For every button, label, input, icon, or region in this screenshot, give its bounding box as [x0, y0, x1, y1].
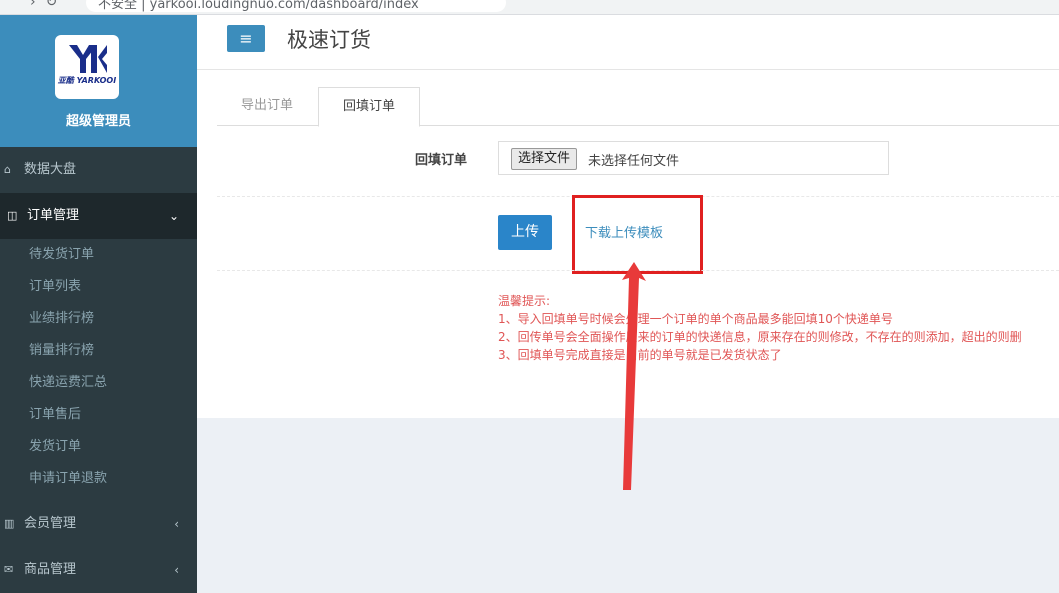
columns-icon: ◫ — [7, 209, 18, 222]
sidebar-subitem-refund[interactable]: 申请订单退款 — [0, 463, 197, 495]
chevron-down-icon: ⌄ — [168, 209, 179, 223]
notice-line: 1、导入回填单号时候会处理一个订单的单个商品最多能回填10个快递单号 — [498, 312, 893, 326]
logo-text: 亚酷 YARKOOI — [57, 76, 117, 85]
sidebar-item-dashboard[interactable]: ⌂ 数据大盘 — [0, 147, 197, 193]
notice-line: 3、回填单号完成直接是当前的单号就是已发货状态了 — [498, 348, 782, 362]
user-role: 超级管理员 — [65, 114, 131, 129]
page-title: 极速订货 — [287, 28, 371, 52]
sidebar-brand: 亚酷 YARKOOI 超级管理员 — [0, 15, 197, 147]
sidebar-item-label: 订单管理 — [27, 208, 80, 223]
sidebar-item-label: 数据大盘 — [24, 162, 77, 177]
sidebar-item-label: 商品管理 — [24, 562, 77, 577]
browser-address-bar: ›↻ 不安全 | yarkooi.loudingnuo.com/dashboar… — [0, 0, 1059, 15]
sidebar-subitem-performance-rank[interactable]: 业绩排行榜 — [0, 303, 197, 335]
sidebar-item-label: 会员管理 — [24, 516, 77, 531]
divider — [217, 270, 1059, 271]
notice: 温馨提示: 1、导入回填单号时候会处理一个订单的单个商品最多能回填10个快递单号… — [498, 292, 1022, 364]
orders-submenu: 待发货订单 订单列表 业绩排行榜 销量排行榜 快递运费汇总 订单售后 发货订单 … — [0, 239, 197, 495]
url-field[interactable]: 不安全 | yarkooi.loudingnuo.com/dashboard/i… — [86, 0, 506, 12]
annotation-highlight-box — [572, 195, 703, 274]
sidebar-subitem-shipped-orders[interactable]: 发货订单 — [0, 431, 197, 463]
home-icon: ⌂ — [4, 163, 11, 176]
sidebar-subitem-sales-rank[interactable]: 销量排行榜 — [0, 335, 197, 367]
brand-logo[interactable]: 亚酷 YARKOOI — [55, 35, 119, 99]
bar-chart-icon: ▥ — [4, 517, 15, 530]
sidebar-item-products[interactable]: ✉ 商品管理 ‹ — [0, 547, 197, 593]
sidebar-item-orders[interactable]: ◫ 订单管理 ⌄ — [0, 193, 197, 239]
tab-export-orders[interactable]: 导出订单 — [217, 87, 317, 126]
envelope-icon: ✉ — [4, 563, 14, 576]
sidebar-item-members[interactable]: ▥ 会员管理 ‹ — [0, 501, 197, 547]
choose-file-button[interactable]: 选择文件 — [511, 148, 578, 170]
tab-bar: 导出订单 回填订单 — [217, 87, 1059, 127]
chevron-left-icon: ‹ — [174, 517, 179, 531]
notice-title: 温馨提示: — [498, 294, 551, 308]
hamburger-icon: ≡ — [239, 29, 253, 48]
logo-mark — [67, 45, 107, 73]
sidebar-subitem-after-sales[interactable]: 订单售后 — [0, 399, 197, 431]
tab-backfill-orders[interactable]: 回填订单 — [318, 87, 421, 127]
chevron-left-icon: ‹ — [174, 563, 179, 577]
upload-button[interactable]: 上传 — [498, 215, 552, 250]
backfill-label: 回填订单 — [415, 153, 468, 168]
top-header: ≡ 极速订货 — [197, 15, 1059, 70]
sidebar-subitem-pending[interactable]: 待发货订单 — [0, 239, 197, 271]
main-content: 导出订单 回填订单 回填订单 选择文件 未选择任何文件 上传 下载上传模板 温馨… — [197, 70, 1059, 418]
notice-line: 2、回传单号会全面操作原来的订单的快递信息，原来存在的则修改，不存在的则添加，超… — [498, 330, 1022, 344]
sidebar-subitem-order-list[interactable]: 订单列表 — [0, 271, 197, 303]
sidebar: 亚酷 YARKOOI 超级管理员 ⌂ 数据大盘 ◫ 订单管理 ⌄ 待发货订单 订… — [0, 15, 197, 593]
browser-nav-icons[interactable]: ›↻ — [30, 0, 67, 10]
sidebar-subitem-shipping-summary[interactable]: 快递运费汇总 — [0, 367, 197, 399]
file-input[interactable]: 选择文件 未选择任何文件 — [498, 141, 889, 175]
file-status: 未选择任何文件 — [588, 154, 680, 169]
sidebar-toggle-button[interactable]: ≡ — [227, 25, 265, 52]
